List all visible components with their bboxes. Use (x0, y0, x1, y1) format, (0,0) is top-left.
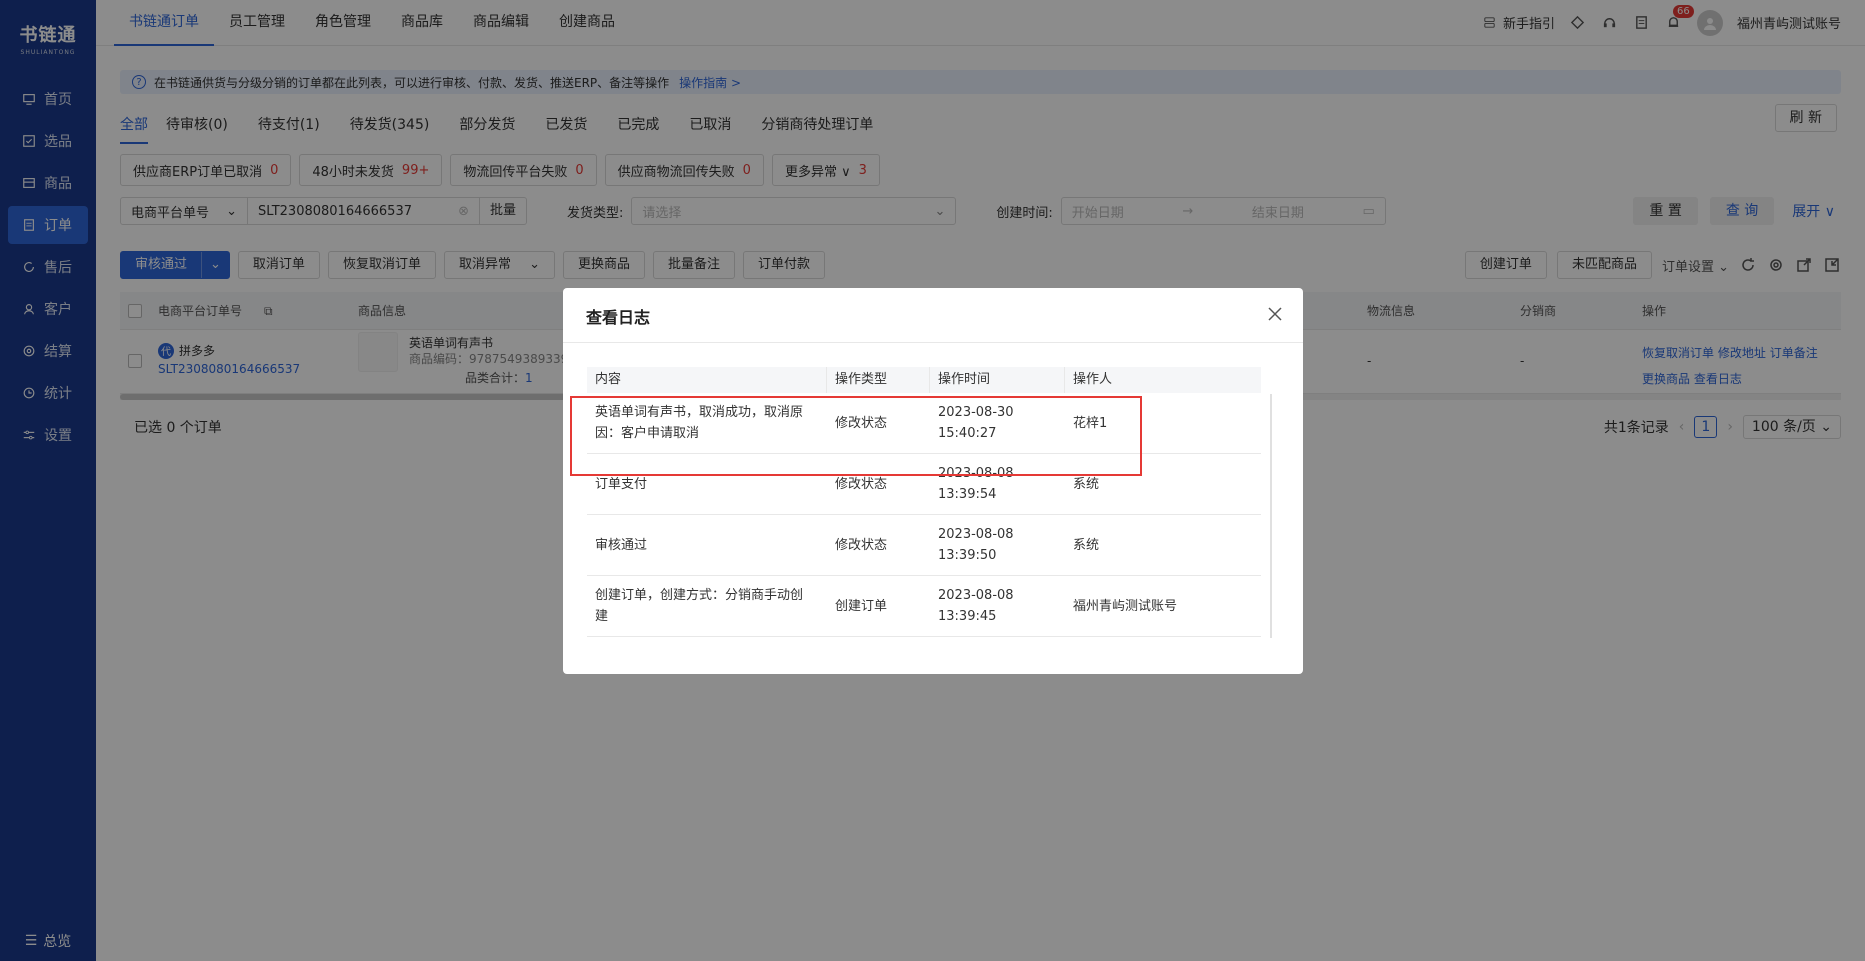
log-operator: 福州青屿测试账号 (1073, 598, 1178, 614)
close-icon[interactable] (1265, 304, 1285, 324)
log-content: 订单支付 (595, 476, 648, 492)
table-row: 审核通过 修改状态 2023-08-08 13:39:50 系统 (587, 515, 1261, 576)
modal-title: 查看日志 (586, 308, 651, 327)
log-clock: 13:39:50 (938, 548, 997, 563)
log-operator: 系统 (1073, 537, 1100, 553)
view-log-modal: 查看日志 内容 操作类型 操作时间 操作人 英语单词有声书，取消成功，取消原因：… (563, 288, 1303, 674)
log-clock: 13:39:45 (938, 609, 997, 624)
modal-divider (563, 342, 1303, 343)
log-clock: 13:39:54 (938, 487, 997, 502)
log-type: 创建订单 (835, 598, 888, 614)
log-col-operator: 操作人 (1073, 372, 1113, 387)
log-date: 2023-08-08 (938, 588, 1014, 603)
table-row: 创建订单，创建方式：分销商手动创建 创建订单 2023-08-08 13:39:45 福… (587, 576, 1261, 637)
log-type: 修改状态 (835, 537, 888, 553)
highlight-box (570, 396, 1142, 476)
log-table-header: 内容 操作类型 操作时间 操作人 (587, 367, 1261, 393)
log-time: 2023-08-08 13:39:50 (930, 524, 1065, 566)
log-date: 2023-08-08 (938, 527, 1014, 542)
log-content: 审核通过 (595, 537, 648, 553)
log-scrollbar[interactable] (1270, 394, 1272, 638)
log-col-time: 操作时间 (930, 367, 1065, 393)
log-operator: 系统 (1073, 476, 1100, 492)
log-content: 创建订单，创建方式：分销商手动创建 (595, 588, 804, 624)
log-col-content: 内容 (587, 367, 827, 393)
log-col-type: 操作类型 (827, 367, 930, 393)
log-time: 2023-08-08 13:39:45 (930, 585, 1065, 627)
log-type: 修改状态 (835, 476, 888, 492)
